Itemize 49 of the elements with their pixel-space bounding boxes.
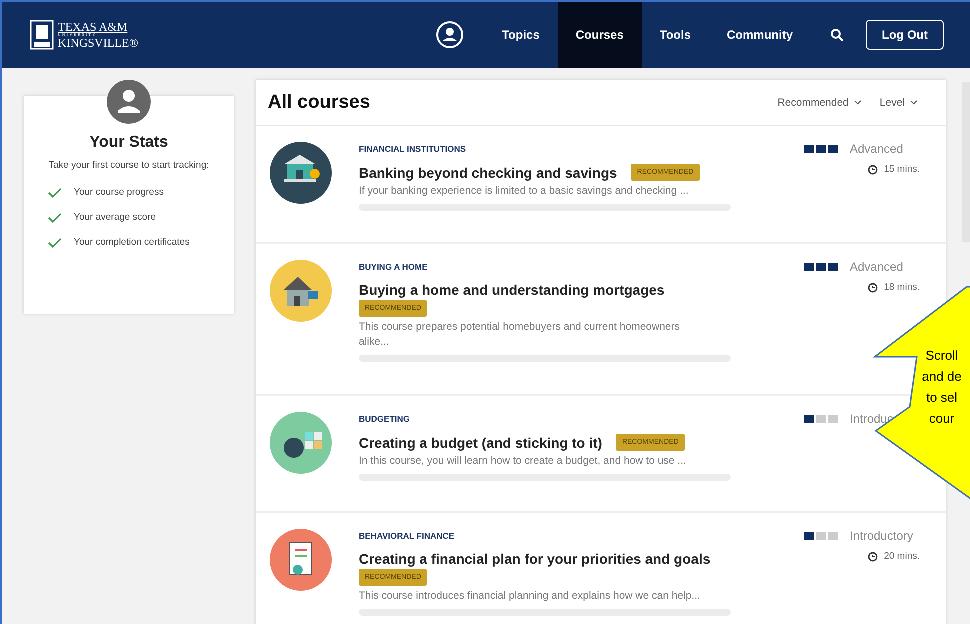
course-description: In this course, you will learn how to create a budget, and how to use ... xyxy=(359,454,688,469)
chevron-down-icon xyxy=(854,100,862,105)
callout-text: Scroll xyxy=(926,347,958,365)
course-description: This course introduces financial planning and explains how we can help... xyxy=(359,589,702,604)
logo-text: TEXAS A&M xyxy=(58,21,129,33)
check-icon xyxy=(48,188,62,198)
filter-dropdown[interactable]: Recommended xyxy=(778,96,862,108)
stat-item: Your completion certificates xyxy=(74,237,190,248)
course-title[interactable]: Buying a home and understanding mortgages xyxy=(359,282,665,298)
nav-tab[interactable]: Tools xyxy=(642,2,710,68)
course-title[interactable]: Creating a budget (and sticking to it) xyxy=(359,434,602,450)
check-icon xyxy=(48,238,62,248)
course-category: BUDGETING xyxy=(359,414,411,424)
stats-subtitle: Take your first course to start tracking: xyxy=(48,160,210,171)
course-duration: 18 mins. xyxy=(884,282,920,293)
user-icon[interactable] xyxy=(436,21,464,49)
course-title[interactable]: Creating a financial plan for your priorities and goals xyxy=(359,551,711,567)
chevron-down-icon xyxy=(910,100,918,105)
callout-text: and de xyxy=(922,368,962,386)
nav-tab[interactable]: Community xyxy=(709,2,812,68)
search-icon[interactable] xyxy=(831,28,844,42)
course-duration: 20 mins. xyxy=(884,551,920,562)
course-category: BEHAVIORAL FINANCE xyxy=(359,531,456,541)
clock-icon xyxy=(868,164,878,174)
callout-text: cour xyxy=(929,410,955,428)
panel-title: All courses xyxy=(268,92,370,114)
course-description: This course prepares potential homebuyers and current homeowners alike... xyxy=(359,320,682,350)
logo-icon xyxy=(30,20,54,50)
check-icon xyxy=(48,212,62,222)
course-category: FINANCIAL INSTITUTIONS xyxy=(359,144,468,154)
course-title[interactable]: Banking beyond checking and savings xyxy=(359,164,618,180)
nav-tab[interactable]: Topics xyxy=(484,2,558,68)
course-duration: 15 mins. xyxy=(884,164,920,175)
logout-button[interactable]: Log Out xyxy=(866,20,944,50)
nav-tab[interactable]: Courses xyxy=(558,2,642,68)
course-category: BUYING A HOME xyxy=(359,262,429,272)
stats-title: Your Stats xyxy=(90,134,168,152)
level-label: Advanced xyxy=(850,142,904,156)
level-label: Advanced xyxy=(850,260,904,274)
stat-item: Your average score xyxy=(74,212,156,223)
logo-text: KINGSVILLE® xyxy=(58,37,138,49)
level-label: Introduc xyxy=(850,412,894,426)
callout-text: to sel xyxy=(926,389,958,407)
level-label: Introductory xyxy=(850,529,914,543)
stat-item: Your course progress xyxy=(74,187,164,198)
clock-icon xyxy=(868,552,878,562)
course-description: If your banking experience is limited to a basic savings and checking ... xyxy=(359,184,690,199)
filter-dropdown[interactable]: Level xyxy=(880,96,918,108)
clock-icon xyxy=(868,282,878,292)
